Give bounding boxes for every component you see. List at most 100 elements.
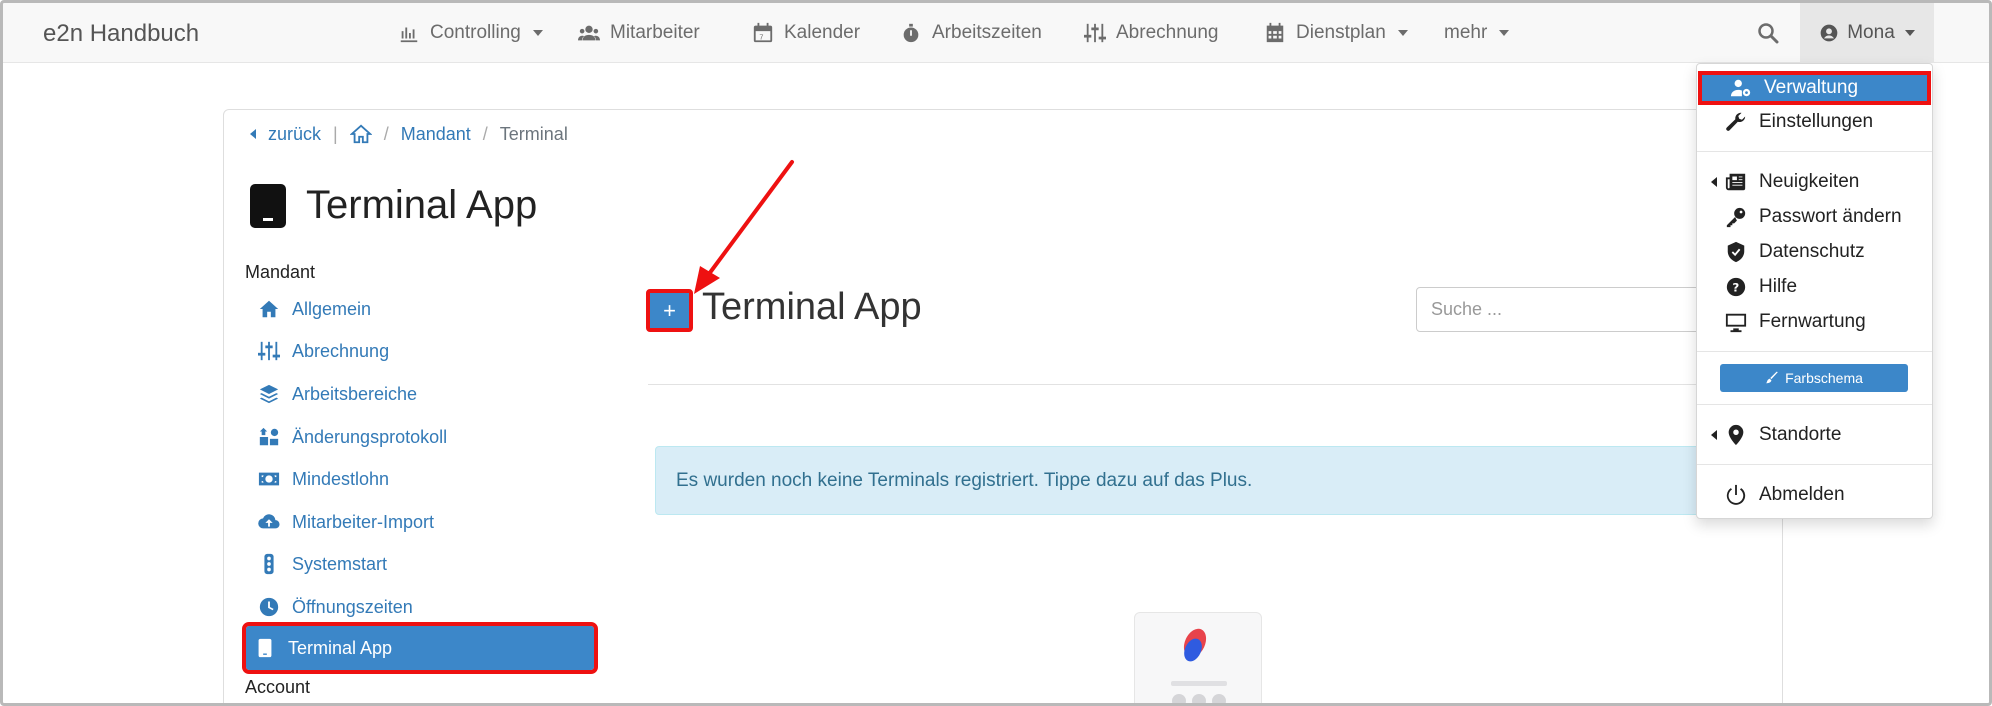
sidebar-item-label: Öffnungszeiten (292, 596, 413, 617)
sidebar-item-label: Terminal App (288, 637, 393, 658)
breadcrumb: zurück | / Mandant / Terminal (250, 121, 568, 147)
breadcrumb-back[interactable]: zurück (268, 124, 321, 145)
color-scheme-label: Farbschema (1785, 370, 1863, 386)
sidebar-item-label: Systemstart (292, 553, 388, 574)
brand-title[interactable]: e2n Handbuch (43, 20, 199, 48)
wrench-icon (1726, 112, 1746, 131)
sidebar-item-aenderungsprotokoll[interactable]: Änderungsprotokoll (250, 417, 590, 457)
nav-controlling-label: Controlling (430, 22, 521, 43)
traffic-light-icon (264, 553, 274, 575)
sidebar-item-abrechnung[interactable]: Abrechnung (250, 331, 590, 371)
menu-divider (1697, 404, 1932, 405)
sidebar-item-label: Änderungsprotokoll (292, 426, 448, 447)
user-menu-toggle[interactable]: Mona (1800, 3, 1934, 63)
user-name: Mona (1847, 22, 1895, 43)
user-dropdown-menu: Verwaltung Einstellungen Neuigkeiten Pas… (1696, 63, 1933, 519)
sidebar-item-label: Arbeitsbereiche (292, 383, 418, 404)
menu-divider (1697, 151, 1932, 152)
nav-dienstplan[interactable]: Dienstplan (1264, 19, 1408, 47)
sidebar-item-mindestlohn[interactable]: Mindestlohn (250, 459, 590, 499)
sidebar-heading-mandant: Mandant (245, 262, 316, 282)
menu-item-label: Neuigkeiten (1759, 171, 1860, 192)
stopwatch-icon (903, 23, 919, 43)
tablet-icon (250, 183, 286, 228)
nav-kalender[interactable]: 7 Kalender (752, 19, 860, 47)
empty-state-illustration (1134, 612, 1262, 706)
nav-controlling[interactable]: Controlling (398, 19, 543, 47)
menu-item-label: Verwaltung (1764, 77, 1859, 98)
nav-arbeitszeiten[interactable]: Arbeitszeiten (900, 19, 1042, 47)
home-icon[interactable] (349, 123, 372, 145)
money-bill-icon (258, 472, 280, 486)
menu-divider (1697, 464, 1932, 465)
menu-item-abmelden[interactable]: Abmelden (1697, 479, 1932, 511)
menu-item-datenschutz[interactable]: Datenschutz (1697, 236, 1932, 268)
page-title: Terminal App (250, 183, 537, 228)
breadcrumb-mandant[interactable]: Mandant (401, 124, 471, 145)
brush-icon (1766, 371, 1778, 384)
menu-item-verwaltung[interactable]: Verwaltung (1698, 71, 1931, 105)
info-alert: Es wurden noch keine Terminals registrie… (655, 446, 1755, 515)
menu-item-label: Passwort ändern (1759, 206, 1902, 227)
app-logo-icon (1171, 628, 1227, 706)
menu-item-standorte[interactable]: Standorte (1697, 419, 1932, 451)
chevron-down-icon (1397, 30, 1408, 36)
chart-line-icon (400, 27, 418, 43)
sidebar-item-label: Mindestlohn (292, 468, 390, 489)
home-icon (259, 300, 279, 318)
top-navbar: e2n Handbuch Controlling Mitarbeiter 7 K… (3, 3, 1989, 63)
breadcrumb-separator: / (383, 123, 389, 144)
menu-item-passwort[interactable]: Passwort ändern (1697, 201, 1932, 233)
color-scheme-button[interactable]: Farbschema (1720, 364, 1908, 392)
sidebar-item-label: Allgemein (292, 298, 372, 319)
search-input[interactable]: Suche ... (1416, 287, 1706, 332)
menu-item-label: Standorte (1759, 424, 1842, 445)
sidebar-item-oeffnungszeiten[interactable]: Öffnungszeiten (250, 587, 590, 627)
newspaper-icon (1725, 173, 1746, 191)
breadcrumb-separator: | (333, 123, 338, 144)
cloud-upload-icon (258, 514, 280, 529)
calendar-day-icon: 7 (753, 22, 773, 43)
menu-item-neuigkeiten[interactable]: Neuigkeiten (1697, 166, 1932, 198)
sidebar-item-systemstart[interactable]: Systemstart (250, 544, 590, 584)
menu-item-label: Fernwartung (1759, 311, 1866, 332)
sidebar-item-arbeitsbereiche[interactable]: Arbeitsbereiche (250, 374, 590, 414)
chevron-down-icon (532, 30, 543, 36)
sidebar-item-allgemein[interactable]: Allgemein (250, 289, 590, 329)
sidebar-item-label: Mitarbeiter-Import (292, 511, 435, 532)
nav-arbeitszeiten-label: Arbeitszeiten (932, 22, 1042, 43)
sidebar-item-terminal-app[interactable]: Terminal App (242, 622, 598, 674)
nav-abrechnung[interactable]: Abrechnung (1084, 19, 1218, 47)
nav-abrechnung-label: Abrechnung (1116, 22, 1219, 43)
nav-mehr[interactable]: mehr (1444, 19, 1510, 47)
clock-icon (259, 597, 279, 617)
search-icon[interactable] (1756, 21, 1780, 45)
nav-mehr-label: mehr (1444, 22, 1488, 43)
menu-item-einstellungen[interactable]: Einstellungen (1697, 106, 1932, 138)
sidebar-item-mitarbeiter-import[interactable]: Mitarbeiter-Import (250, 502, 590, 542)
shield-icon (1727, 241, 1745, 263)
menu-item-fernwartung[interactable]: Fernwartung (1697, 306, 1932, 338)
annotation-arrow (694, 160, 794, 294)
page-title-text: Terminal App (306, 183, 538, 227)
menu-item-label: Abmelden (1759, 484, 1845, 505)
chevron-left-icon (250, 129, 256, 139)
menu-item-hilfe[interactable]: ? Hilfe (1697, 271, 1932, 303)
calendar-grid-icon (1266, 22, 1284, 43)
breadcrumb-separator: / (482, 123, 488, 144)
svg-text:7: 7 (759, 32, 763, 41)
tablet-icon (258, 638, 272, 658)
nav-mitarbeiter-label: Mitarbeiter (610, 22, 700, 43)
history-icon (259, 427, 279, 446)
chevron-down-icon (1499, 30, 1510, 36)
user-cog-icon (1730, 79, 1751, 97)
nav-mitarbeiter[interactable]: Mitarbeiter (578, 19, 700, 47)
desktop-icon (1725, 313, 1747, 333)
menu-divider (1697, 351, 1932, 352)
user-circle-icon (1820, 24, 1838, 42)
sidebar-heading-account: Account (245, 677, 311, 697)
menu-item-label: Hilfe (1759, 276, 1798, 297)
chevron-down-icon (1904, 30, 1915, 36)
nav-kalender-label: Kalender (784, 22, 861, 43)
menu-item-label: Datenschutz (1759, 241, 1865, 262)
